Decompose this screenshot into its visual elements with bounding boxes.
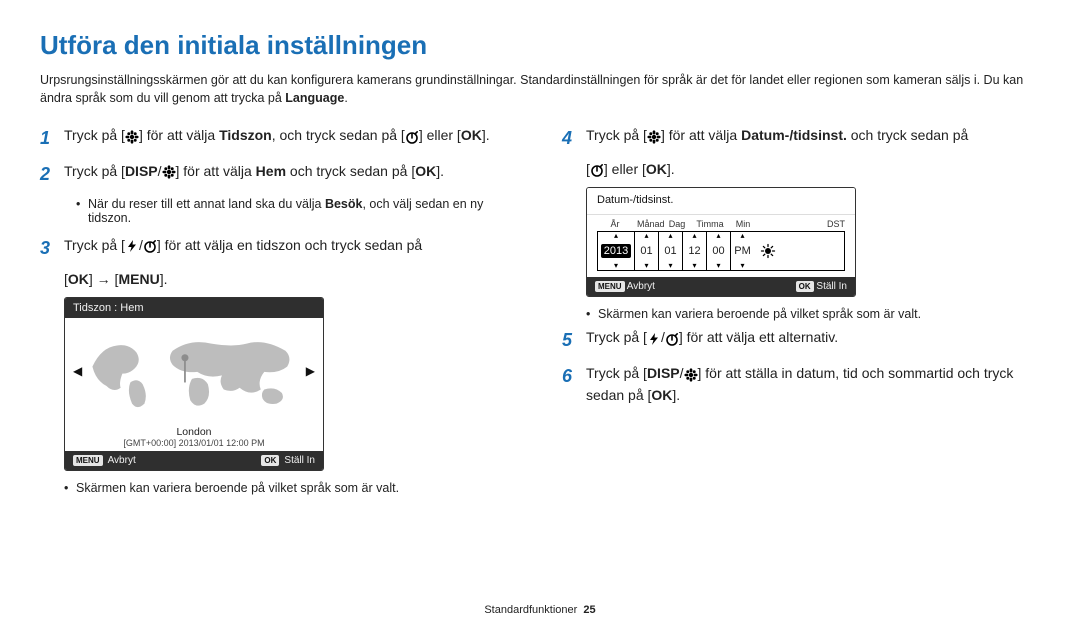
- flower-icon: [684, 368, 698, 382]
- set-label: Ställ In: [284, 455, 315, 466]
- step-3: 3 Tryck på [/] för att välja en tidszon …: [40, 235, 518, 263]
- flower-icon: [162, 165, 176, 179]
- caret-down-icon: ▾: [614, 262, 618, 270]
- dst-sun-icon[interactable]: [754, 232, 782, 270]
- disp-icon: DISP: [125, 163, 158, 179]
- ok-pill[interactable]: OK: [796, 281, 814, 292]
- datetime-preview: Datum-/tidsinst. År Månad Dag Timma Min …: [586, 187, 856, 297]
- timezone-city: London: [65, 424, 323, 438]
- page-footer: Standardfunktioner 25: [0, 604, 1080, 616]
- hour-stepper[interactable]: ▴ 12 ▾: [682, 232, 706, 270]
- step-1: 1 Tryck på [] för att välja Tidszon, och…: [40, 125, 518, 153]
- step-4-after: [] eller [OK].: [586, 161, 1040, 177]
- min-stepper[interactable]: ▴ 00 ▾: [706, 232, 730, 270]
- header-month: Månad: [637, 219, 661, 229]
- cancel-label: Avbryt: [108, 455, 136, 466]
- timer-icon: [143, 239, 157, 253]
- left-note: Skärmen kan variera beroende på vilket s…: [64, 481, 518, 495]
- ok-icon: OK: [651, 387, 672, 403]
- timezone-meta: [GMT+00:00] 2013/01/01 12:00 PM: [65, 438, 323, 451]
- flower-icon: [125, 130, 139, 144]
- header-hour: Timma: [693, 219, 727, 229]
- step-6: 6 Tryck på [DISP/] för att ställa in dat…: [562, 363, 1040, 406]
- header-day: Dag: [665, 219, 689, 229]
- header-dst: DST: [819, 219, 845, 229]
- timezone-footer: MENU Avbryt OK Ställ In: [65, 451, 323, 470]
- ampm-stepper[interactable]: ▴ PM ▾: [730, 232, 754, 270]
- datetime-title: Datum-/tidsinst.: [587, 188, 855, 215]
- step-2: 2 Tryck på [DISP/] för att välja Hem och…: [40, 161, 518, 189]
- step-5: 5 Tryck på [/] för att välja ett alterna…: [562, 327, 1040, 355]
- step-2-sub: När du reser till ett annat land ska du …: [76, 197, 518, 225]
- left-arrow-icon[interactable]: ◀: [73, 364, 82, 378]
- caret-up-icon: ▴: [614, 232, 618, 240]
- intro-part2: .: [344, 91, 347, 105]
- right-column: 4 Tryck på [] för att välja Datum-/tidsi…: [562, 125, 1040, 501]
- menu-pill[interactable]: MENU: [595, 281, 625, 292]
- flower-icon: [647, 130, 661, 144]
- timezone-preview: Tidszon : Hem ◀: [64, 297, 324, 471]
- flash-icon: [647, 332, 661, 346]
- timer-icon: [405, 130, 419, 144]
- right-arrow-icon[interactable]: ▶: [306, 364, 315, 378]
- right-note: Skärmen kan variera beroende på vilket s…: [586, 307, 1040, 321]
- header-min: Min: [731, 219, 755, 229]
- cancel-label: Avbryt: [627, 281, 655, 292]
- datetime-headers: År Månad Dag Timma Min DST: [587, 215, 855, 231]
- month-stepper[interactable]: ▴ 01 ▾: [634, 232, 658, 270]
- timezone-title: Tidszon : Hem: [65, 298, 323, 318]
- datetime-footer: MENU Avbryt OK Ställ In: [587, 277, 855, 296]
- timer-icon: [590, 163, 604, 177]
- header-year: År: [597, 219, 633, 229]
- step-3-after: [OK] → [MENU].: [64, 271, 518, 287]
- ok-icon: OK: [461, 127, 482, 143]
- ok-icon: OK: [415, 163, 436, 179]
- footer-page: 25: [583, 604, 595, 616]
- year-stepper[interactable]: ▴ 2013 ▾: [598, 232, 634, 270]
- intro-bold: Language: [285, 91, 344, 105]
- datetime-grid: ▴ 2013 ▾ ▴ 01 ▾ ▴ 01 ▾ ▴: [597, 231, 845, 271]
- menu-pill[interactable]: MENU: [73, 455, 103, 466]
- day-stepper[interactable]: ▴ 01 ▾: [658, 232, 682, 270]
- intro-text: Urpsrungsinställningsskärmen gör att du …: [40, 71, 1040, 107]
- left-column: 1 Tryck på [] för att välja Tidszon, och…: [40, 125, 518, 501]
- step-4: 4 Tryck på [] för att välja Datum-/tidsi…: [562, 125, 1040, 153]
- ok-icon: OK: [68, 271, 89, 287]
- timer-icon: [665, 332, 679, 346]
- disp-icon: DISP: [647, 365, 680, 381]
- intro-part1: Urpsrungsinställningsskärmen gör att du …: [40, 73, 1023, 105]
- menu-icon: MENU: [118, 271, 159, 287]
- flash-icon: [125, 239, 139, 253]
- footer-section: Standardfunktioner: [484, 604, 577, 616]
- timezone-map: ◀ ▶: [65, 318, 323, 424]
- world-map: [88, 328, 300, 414]
- page-title: Utföra den initiala inställningen: [40, 30, 1040, 61]
- set-label: Ställ In: [816, 281, 847, 292]
- ok-icon: OK: [646, 161, 667, 177]
- ok-pill[interactable]: OK: [261, 455, 279, 466]
